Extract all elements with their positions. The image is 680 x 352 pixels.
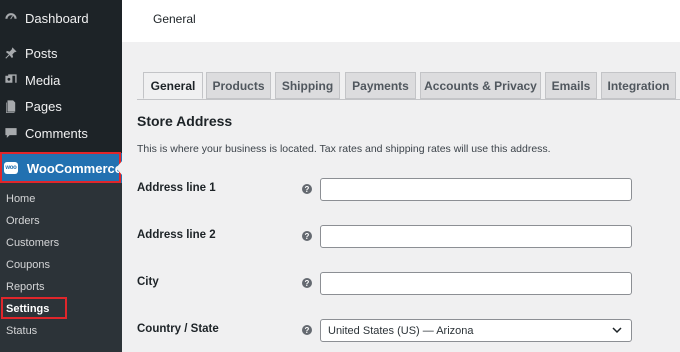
country-state-label: Country / State <box>137 323 219 335</box>
submenu-item-orders[interactable]: Orders <box>6 215 40 227</box>
section-title: Store Address <box>137 113 233 129</box>
sidebar-item-dashboard[interactable]: Dashboard <box>0 5 122 31</box>
woocommerce-logo-icon: woo <box>4 162 18 174</box>
tab-integration[interactable]: Integration <box>601 72 676 99</box>
address-line-1-input[interactable] <box>320 178 632 201</box>
sidebar-item-woocommerce[interactable]: woo WooCommerce <box>0 153 122 183</box>
section-description: This is where your business is located. … <box>137 143 551 155</box>
tabs-divider <box>137 99 680 100</box>
sidebar-item-comments[interactable]: Comments <box>0 120 122 146</box>
page-title: General <box>153 12 196 26</box>
submenu-item-reports[interactable]: Reports <box>6 281 45 293</box>
help-icon[interactable]: ? <box>302 325 312 335</box>
sidebar-item-label: WooCommerce <box>26 160 122 176</box>
sidebar-item-media[interactable]: Media <box>0 67 122 93</box>
country-state-select[interactable]: United States (US) — Arizona <box>320 319 632 342</box>
woocommerce-submenu: Home Orders Customers Coupons Reports Se… <box>0 183 122 352</box>
help-icon[interactable]: ? <box>302 184 312 194</box>
country-state-value: United States (US) — Arizona <box>328 324 474 337</box>
sidebar-item-pages[interactable]: Pages <box>0 93 122 119</box>
submenu-item-coupons[interactable]: Coupons <box>6 259 50 271</box>
submenu-item-customers[interactable]: Customers <box>6 237 59 249</box>
help-icon[interactable]: ? <box>302 231 312 241</box>
chevron-down-icon <box>612 327 622 334</box>
comment-icon <box>4 126 18 140</box>
pin-icon <box>4 46 18 60</box>
submenu-item-settings[interactable]: Settings <box>6 303 49 315</box>
sidebar-item-label: Media <box>25 72 61 88</box>
tab-products[interactable]: Products <box>206 72 271 99</box>
dashboard-icon <box>4 11 18 25</box>
help-icon[interactable]: ? <box>302 278 312 288</box>
submenu-item-home[interactable]: Home <box>6 193 35 205</box>
tab-emails[interactable]: Emails <box>545 72 597 99</box>
submenu-item-status[interactable]: Status <box>6 325 37 337</box>
sidebar-item-label: Pages <box>25 98 62 114</box>
media-icon <box>4 73 18 87</box>
sidebar-item-posts[interactable]: Posts <box>0 40 122 66</box>
tab-accounts-privacy[interactable]: Accounts & Privacy <box>420 72 541 99</box>
sidebar-item-label: Comments <box>25 125 88 141</box>
tab-payments[interactable]: Payments <box>345 72 416 99</box>
tab-shipping[interactable]: Shipping <box>275 72 340 99</box>
tab-general[interactable]: General <box>143 72 203 99</box>
address-line-1-label: Address line 1 <box>137 182 216 194</box>
admin-sidebar: Dashboard Posts Media Pages Comments woo… <box>0 0 123 352</box>
page-header: General <box>122 0 680 42</box>
city-label: City <box>137 276 159 288</box>
current-menu-arrow <box>116 160 123 176</box>
address-line-2-label: Address line 2 <box>137 229 216 241</box>
sidebar-item-label: Posts <box>25 45 58 61</box>
city-input[interactable] <box>320 272 632 295</box>
pages-icon <box>4 99 18 113</box>
address-line-2-input[interactable] <box>320 225 632 248</box>
sidebar-item-label: Dashboard <box>25 10 89 26</box>
